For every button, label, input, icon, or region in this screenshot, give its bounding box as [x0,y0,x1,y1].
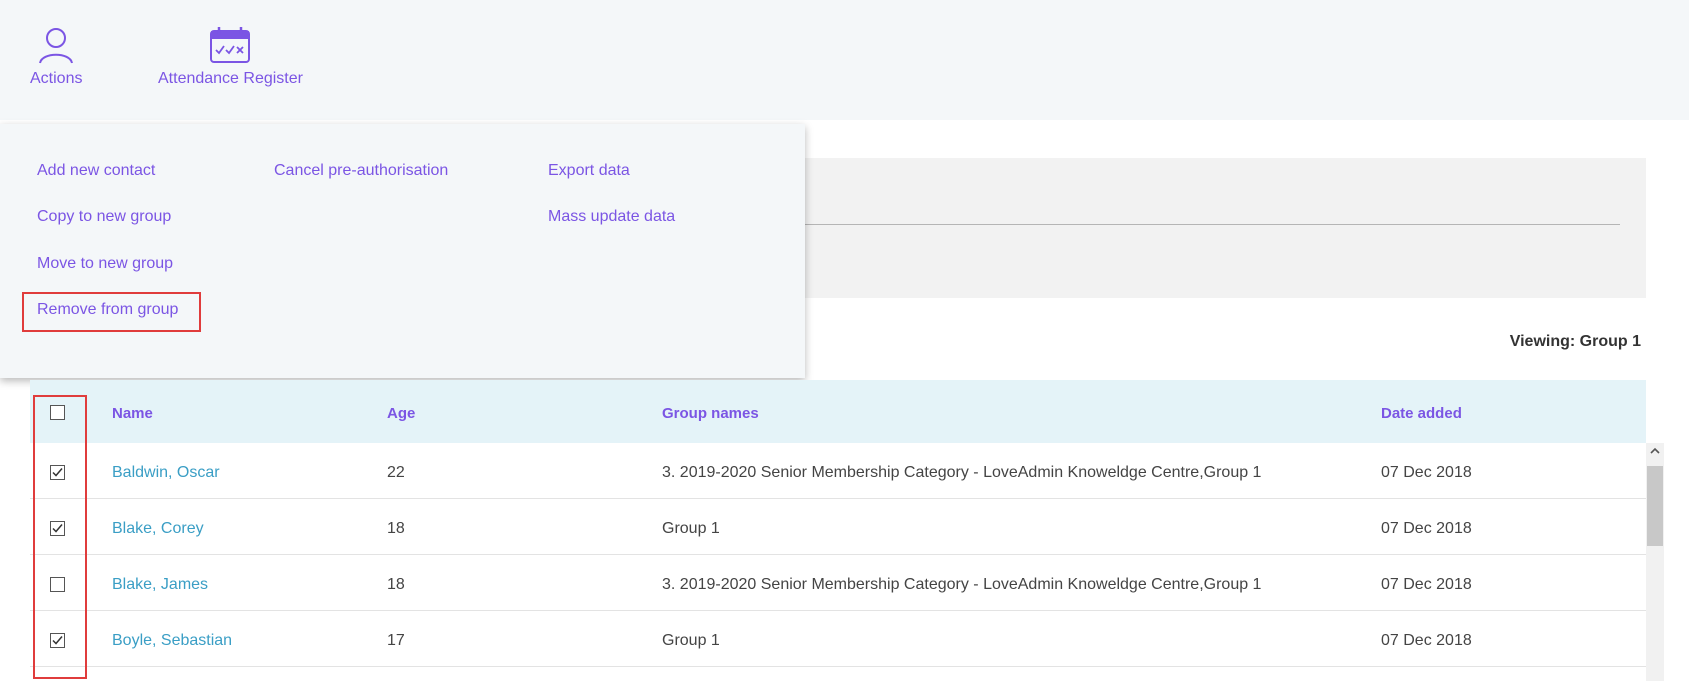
actions-label: Actions [30,70,83,87]
contact-date-added: 07 Dec 2018 [1381,576,1472,593]
contact-age: 18 [387,520,405,537]
filter-input-underline[interactable] [790,224,1620,225]
menu-move-to-new-group[interactable]: Move to new group [37,255,173,273]
contact-date-added: 07 Dec 2018 [1381,520,1472,537]
column-header-age[interactable]: Age [387,405,415,422]
contact-name-link[interactable]: Baldwin, Oscar [112,464,220,482]
remove-from-group-highlight [22,292,201,332]
column-header-name[interactable]: Name [112,405,153,422]
scrollbar-thumb[interactable] [1647,466,1663,546]
filter-panel [790,158,1646,298]
contact-name-link[interactable]: Boyle, Sebastian [112,632,232,650]
actions-button[interactable]: Actions [30,26,82,88]
contact-date-added: 07 Dec 2018 [1381,464,1472,481]
attendance-register-label: Attendance Register [158,70,303,87]
menu-export-data[interactable]: Export data [548,162,630,180]
menu-mass-update-data[interactable]: Mass update data [548,208,675,226]
user-icon [39,28,74,64]
column-header-group-names[interactable]: Group names [662,405,759,422]
contact-age: 17 [387,632,405,649]
column-header-date-added[interactable]: Date added [1381,405,1462,422]
calendar-check-icon [210,27,251,63]
menu-cancel-pre-authorisation[interactable]: Cancel pre-authorisation [274,162,448,180]
contact-group-names: Group 1 [662,632,720,649]
menu-add-new-contact[interactable]: Add new contact [37,162,155,180]
menu-copy-to-new-group[interactable]: Copy to new group [37,208,171,226]
contact-name-link[interactable]: Blake, James [112,576,208,594]
contact-group-names: Group 1 [662,520,720,537]
contact-age: 18 [387,576,405,593]
actions-dropdown-menu: Add new contact Copy to new group Move t… [0,124,805,378]
checkbox-column-highlight [33,395,87,679]
contact-age: 22 [387,464,405,481]
attendance-register-button[interactable]: Attendance Register [158,26,303,88]
scroll-up-arrow-icon[interactable] [1650,446,1660,456]
contact-date-added: 07 Dec 2018 [1381,632,1472,649]
contact-group-names: 3. 2019-2020 Senior Membership Category … [662,464,1262,481]
contact-group-names: 3. 2019-2020 Senior Membership Category … [662,576,1262,593]
viewing-group-label: Viewing: Group 1 [1509,333,1641,350]
contact-name-link[interactable]: Blake, Corey [112,520,204,538]
